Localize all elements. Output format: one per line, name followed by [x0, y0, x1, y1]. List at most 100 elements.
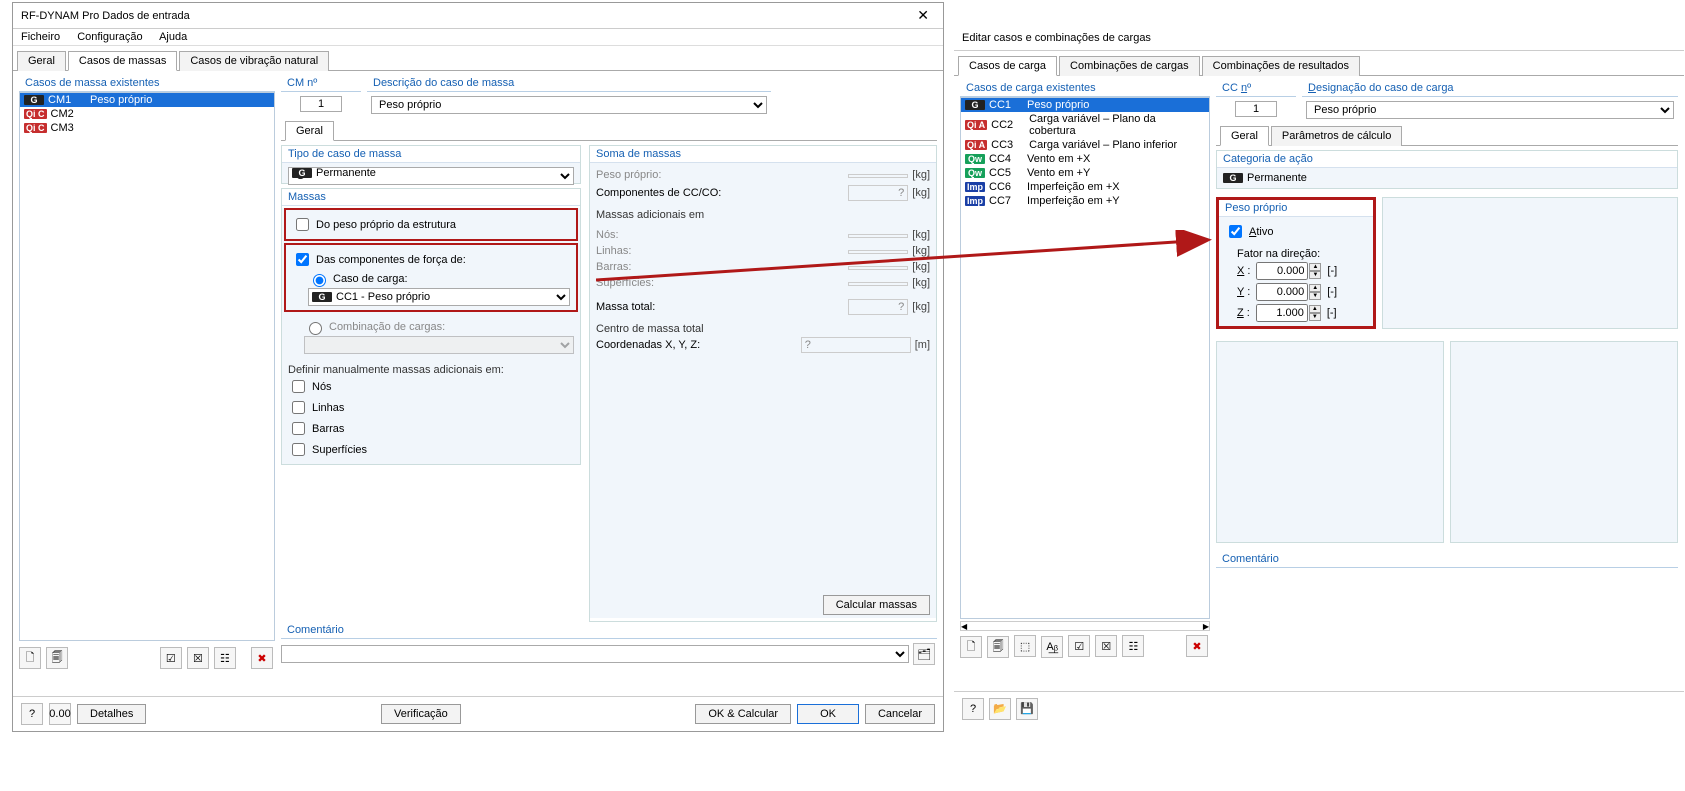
radio-combinacao[interactable]: Combinação de cargas:	[304, 318, 574, 336]
calcular-massas-button[interactable]: Calcular massas	[823, 595, 930, 615]
delete-icon[interactable]: ✖	[251, 647, 273, 669]
comentario-label: Comentário	[1216, 551, 1678, 568]
massas-label: Massas	[282, 189, 580, 206]
caso-carga-select[interactable]	[308, 288, 570, 306]
save-icon[interactable]: 💾	[1016, 698, 1038, 720]
window-title: Editar casos e combinações de cargas	[954, 26, 1684, 51]
open-icon[interactable]: 📂	[989, 698, 1011, 720]
desc-label: Descrição do caso de massa	[367, 75, 771, 92]
new-icon[interactable]: 🗋	[19, 647, 41, 669]
tag-g-icon: G	[1223, 173, 1243, 183]
desc-select[interactable]: Peso próprio	[371, 96, 767, 114]
subtab-parametros[interactable]: Parâmetros de cálculo	[1271, 126, 1402, 146]
designacao-label: Designação do caso de carga	[1302, 80, 1678, 97]
y-input[interactable]: ▲▼	[1256, 283, 1321, 301]
loadcase-row[interactable]: GCC1Peso próprio	[961, 98, 1209, 112]
text-icon[interactable]: A͟ᵦ	[1041, 636, 1063, 658]
ok-button[interactable]: OK	[797, 704, 859, 724]
help-icon[interactable]: ?	[21, 703, 43, 725]
tab-combinacoes-resultados[interactable]: Combinações de resultados	[1202, 56, 1360, 76]
ck-componentes[interactable]: Das componentes de força de:	[292, 249, 570, 270]
masscases-list: G CM1 Peso próprio Qi C CM2 Qi C CM3	[19, 92, 275, 641]
comentario-input[interactable]	[281, 645, 909, 663]
help-icon[interactable]: ?	[962, 698, 984, 720]
subtab-geral[interactable]: Geral	[1220, 126, 1269, 146]
ck-nos[interactable]: Nós	[288, 376, 574, 397]
tool-icon[interactable]: ⬚	[1014, 635, 1036, 657]
y-label: Y :	[1237, 286, 1250, 298]
tipo-select[interactable]: G	[288, 167, 574, 185]
edit-loadcases-window: Editar casos e combinações de cargas Cas…	[954, 26, 1684, 726]
menubar: Ficheiro Configuração Ajuda	[13, 29, 943, 46]
tag-icon: Qw	[965, 154, 985, 164]
loadcase-row[interactable]: Qi ACC3Carga variável – Plano inferior	[961, 138, 1209, 152]
tab-geral[interactable]: Geral	[17, 51, 66, 71]
copy-icon[interactable]: 🗐	[987, 636, 1009, 658]
detalhes-button[interactable]: Detalhes	[77, 704, 146, 724]
definir-label: Definir manualmente massas adicionais em…	[288, 364, 574, 376]
loadcase-row[interactable]: QwCC4Vento em +X	[961, 152, 1209, 166]
titlebar: RF-DYNAM Pro Dados de entrada ✕	[13, 3, 943, 29]
new-icon[interactable]: 🗋	[960, 636, 982, 658]
cc-no-label: CC nº	[1216, 80, 1296, 97]
ck-peso-proprio[interactable]: Do peso próprio da estrutura	[292, 214, 570, 235]
window-title: RF-DYNAM Pro Dados de entrada	[21, 10, 190, 22]
horizontal-scrollbar[interactable]: ◀▶	[960, 621, 1210, 631]
loadcase-row[interactable]: QwCC5Vento em +Y	[961, 166, 1209, 180]
checklist-icon[interactable]: ☷	[1122, 635, 1144, 657]
x-label: X :	[1237, 265, 1250, 277]
tag-qic-icon: Qi C	[24, 123, 47, 133]
ok-calcular-button[interactable]: OK & Calcular	[695, 704, 791, 724]
subtab-geral[interactable]: Geral	[285, 121, 334, 141]
tab-casos-massas[interactable]: Casos de massas	[68, 51, 177, 71]
tab-combinacoes-cargas[interactable]: Combinações de cargas	[1059, 56, 1200, 76]
tag-icon: Imp	[965, 196, 985, 206]
tag-g-icon: G	[24, 95, 44, 105]
loadcases-list: GCC1Peso próprioQi ACC2Carga variável – …	[960, 97, 1210, 619]
categoria-label: Categoria de ação	[1217, 151, 1677, 168]
total-value: ?	[848, 299, 908, 315]
peso-proprio-label: Peso próprio	[1219, 200, 1373, 217]
tag-icon: Qi A	[965, 120, 987, 130]
masscase-row[interactable]: Qi C CM3	[20, 121, 274, 135]
uncheck-sel-icon[interactable]: ☒	[187, 647, 209, 669]
check-sel-icon[interactable]: ☑	[160, 647, 182, 669]
cc-no-input[interactable]	[1235, 101, 1277, 117]
masscase-row[interactable]: Qi C CM2	[20, 107, 274, 121]
menu-config[interactable]: Configuração	[77, 31, 142, 43]
comentario-label: Comentário	[281, 622, 937, 639]
masscase-row[interactable]: G CM1 Peso próprio	[20, 93, 274, 107]
x-input[interactable]: ▲▼	[1256, 262, 1321, 280]
menu-file[interactable]: Ficheiro	[21, 31, 60, 43]
loadcase-row[interactable]: ImpCC7Imperfeição em +Y	[961, 194, 1209, 208]
ck-superficies[interactable]: Superfícies	[288, 439, 574, 460]
ck-ativo[interactable]: Ativo	[1225, 221, 1367, 242]
tab-casos-carga[interactable]: Casos de carga	[958, 56, 1057, 76]
uncheck-sel-icon[interactable]: ☒	[1095, 635, 1117, 657]
menu-help[interactable]: Ajuda	[159, 31, 187, 43]
copy-icon[interactable]: 🗐	[46, 647, 68, 669]
loadcase-row[interactable]: ImpCC6Imperfeição em +X	[961, 180, 1209, 194]
checklist-icon[interactable]: ☷	[214, 647, 236, 669]
tipo-label: Tipo de caso de massa	[282, 146, 580, 163]
designacao-select[interactable]: Peso próprio	[1306, 101, 1674, 119]
z-input[interactable]: ▲▼	[1256, 304, 1321, 322]
tag-icon: Qw	[965, 168, 985, 178]
loadcase-row[interactable]: Qi ACC2Carga variável – Plano da cobertu…	[961, 112, 1209, 138]
units-icon[interactable]: 0.00	[49, 703, 71, 725]
ck-linhas[interactable]: Linhas	[288, 397, 574, 418]
ck-barras[interactable]: Barras	[288, 418, 574, 439]
radio-caso-carga[interactable]: Caso de carga:	[308, 270, 570, 288]
cm-no-input[interactable]	[300, 96, 342, 112]
loadcases-header: Casos de carga existentes	[960, 80, 1210, 97]
z-label: Z :	[1237, 307, 1250, 319]
tab-vibracao[interactable]: Casos de vibração natural	[179, 51, 329, 71]
main-tabs: Geral Casos de massas Casos de vibração …	[13, 50, 943, 71]
comment-lib-icon[interactable]: 🗂	[913, 643, 935, 665]
close-icon[interactable]: ✕	[911, 7, 935, 24]
tag-icon: Qi A	[965, 140, 987, 150]
check-sel-icon[interactable]: ☑	[1068, 635, 1090, 657]
delete-icon[interactable]: ✖	[1186, 635, 1208, 657]
verificacao-button[interactable]: Verificação	[381, 704, 461, 724]
cancelar-button[interactable]: Cancelar	[865, 704, 935, 724]
